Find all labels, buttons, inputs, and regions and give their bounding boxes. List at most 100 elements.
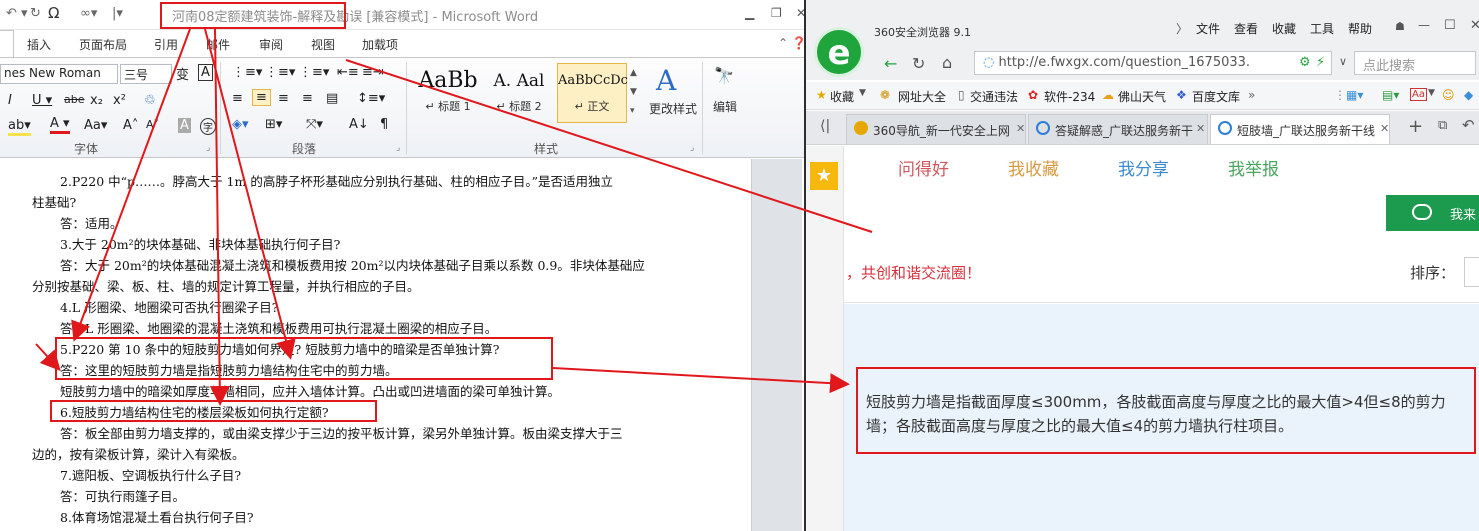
bookmark-favorites[interactable]: 收藏 — [830, 88, 854, 105]
bookmark-baidu-wenku[interactable]: 百度文库 — [1192, 88, 1240, 105]
browser-tab[interactable]: 答疑解惑_广联达服务新干 — [1028, 114, 1208, 144]
secure-icon[interactable]: ⚙ — [1299, 55, 1311, 70]
tab-review[interactable]: 审阅 — [259, 36, 283, 53]
tab-addins[interactable]: 加载项 — [362, 36, 398, 53]
chevron-down-icon[interactable]: ▼ — [1428, 88, 1435, 98]
tab-list-icon[interactable]: ⧉ — [1438, 118, 1447, 133]
more-icon[interactable]: ⋮ — [1334, 88, 1346, 102]
italic-icon[interactable]: I — [8, 93, 12, 108]
menu-view[interactable]: 查看 — [1234, 20, 1258, 37]
back-icon[interactable]: ← — [884, 54, 897, 73]
clear-format-icon[interactable]: ♲ — [144, 93, 156, 108]
bookmark-traffic[interactable]: 交通违法 — [970, 88, 1018, 105]
align-left-icon[interactable]: ≡ — [232, 91, 243, 106]
apps-icon[interactable]: ▦▾ — [1346, 88, 1363, 102]
numbering-icon[interactable]: ⋮≡▾ — [265, 65, 295, 80]
borders-icon[interactable]: ⊞▾ — [265, 117, 282, 132]
skin-icon[interactable]: ☗ — [1395, 20, 1405, 33]
browser-tab[interactable]: 360导航_新一代安全上网 — [846, 114, 1026, 144]
increase-indent-icon[interactable]: ≡⇥ — [362, 65, 384, 80]
change-styles-icon[interactable]: A — [656, 64, 676, 97]
highlight-icon[interactable]: ab▾ — [8, 118, 31, 136]
redo-icon[interactable]: ↻ — [30, 6, 41, 21]
style-heading1[interactable]: AaBb ↵ 标题 1 — [414, 63, 482, 123]
bullets-icon[interactable]: ⋮≡▾ — [232, 65, 262, 80]
site-tab-good-question[interactable]: 问得好 — [898, 155, 949, 180]
bookmark-software[interactable]: 软件-234 — [1044, 88, 1095, 105]
font-size-combo[interactable]: 三号 — [120, 64, 172, 84]
distributed-icon[interactable]: ▤ — [326, 91, 338, 106]
styles-scroll-icon[interactable]: ▲ ▼ ▾ — [630, 64, 637, 121]
superscript-icon[interactable]: x² — [113, 93, 126, 108]
site-tab-my-reports[interactable]: 我举报 — [1228, 155, 1279, 180]
tab-view[interactable]: 视图 — [311, 36, 335, 53]
close-icon[interactable]: ✕ — [1470, 18, 1479, 33]
dialog-launcher-icon[interactable]: ⌟ — [396, 143, 400, 153]
sort-select[interactable] — [1464, 257, 1479, 287]
url-dropdown-icon[interactable]: ∨ — [1339, 55, 1347, 68]
underline-icon[interactable]: U ▾ — [32, 93, 52, 108]
shading-icon[interactable]: ◈▾ — [232, 117, 249, 132]
sort-icon[interactable]: A↓ — [349, 117, 369, 132]
browser-tab-active[interactable]: 短肢墙_广联达服务新干线 — [1210, 114, 1390, 144]
minimize-icon[interactable]: ▁ — [745, 6, 754, 20]
bookmark-url-list[interactable]: 网址大全 — [898, 88, 946, 105]
tab-scroll-left-icon[interactable]: ⟨| — [820, 118, 830, 134]
char-shading-icon[interactable]: A — [178, 118, 191, 133]
dialog-launcher-icon[interactable]: ⌟ — [690, 143, 694, 153]
format-painter-icon[interactable]: ∞▾ — [80, 6, 97, 21]
new-tab-icon[interactable]: + — [1408, 116, 1423, 137]
justify-icon[interactable]: ≡ — [302, 91, 313, 106]
address-bar[interactable]: ◌ http://e.fwxgx.com/question_1675033. — [974, 51, 1332, 75]
change-case-icon[interactable]: Aa▾ — [84, 118, 107, 133]
tab-page-layout[interactable]: 页面布局 — [79, 36, 127, 53]
menu-chevron-icon[interactable]: 〉 — [1176, 20, 1188, 37]
tab-home[interactable] — [0, 30, 14, 57]
speed-mode-icon[interactable]: ⚡ — [1316, 55, 1325, 70]
edit-button[interactable]: 编辑 — [713, 98, 737, 115]
tab-close-icon[interactable]: ✕ — [1016, 122, 1025, 135]
tab-references[interactable]: 引用 — [154, 36, 178, 53]
minimize-icon[interactable]: — — [1418, 18, 1430, 32]
extension-icon[interactable]: ◆ — [1464, 88, 1473, 102]
find-binoculars-icon[interactable]: 🔭 — [714, 66, 734, 85]
decrease-indent-icon[interactable]: ⇤≡ — [337, 65, 359, 80]
symbol-omega-icon[interactable]: Ω — [48, 4, 59, 22]
multilevel-list-icon[interactable]: ⋮≡▾ — [299, 65, 329, 80]
subscript-icon[interactable]: x₂ — [90, 93, 103, 108]
menu-help[interactable]: 帮助 — [1348, 20, 1372, 37]
more-bookmarks-icon[interactable]: » — [1248, 88, 1255, 102]
ask-question-button[interactable]: 我来 — [1386, 195, 1479, 231]
bookmark-weather[interactable]: 佛山天气 — [1118, 88, 1166, 105]
strikethrough-icon[interactable]: abe — [64, 93, 85, 106]
grow-font-icon[interactable]: A˄ — [123, 118, 138, 133]
tab-close-icon[interactable]: ✕ — [1196, 122, 1205, 135]
extension-icon[interactable]: ☺ — [1442, 88, 1455, 102]
maximize-icon[interactable]: ☐ — [1444, 18, 1456, 33]
style-normal[interactable]: AaBbCcDc ↵ 正文 — [557, 63, 628, 123]
shrink-font-icon[interactable]: A˅ — [146, 118, 159, 131]
show-marks-icon[interactable]: ¶ — [380, 117, 388, 132]
site-tab-my-favorites[interactable]: 我收藏 — [1008, 155, 1059, 180]
style-heading2[interactable]: A. Aal ↵ 标题 2 — [486, 63, 552, 123]
tab-close-icon[interactable]: ✕ — [1380, 122, 1389, 135]
undo-close-icon[interactable]: ↶ — [1462, 116, 1475, 134]
site-tab-my-shares[interactable]: 我分享 — [1118, 155, 1169, 180]
font-color-icon[interactable]: A ▾ — [50, 116, 70, 134]
chinese-layout-icon[interactable]: ⤧▾ — [306, 117, 323, 132]
menu-file[interactable]: 文件 — [1196, 20, 1220, 37]
dialog-launcher-icon[interactable]: ⌟ — [206, 143, 210, 153]
refresh-icon[interactable]: ↻ — [912, 54, 925, 73]
ribbon-collapse-icon[interactable]: ⌃ ❓ — [778, 36, 807, 50]
pinyin-icon[interactable]: 变 — [176, 64, 189, 83]
menu-favorites[interactable]: 收藏 — [1272, 20, 1296, 37]
char-border-icon[interactable]: A — [198, 64, 213, 81]
menu-tools[interactable]: 工具 — [1310, 20, 1334, 37]
undo-icon[interactable]: ↶ ▾ — [6, 6, 28, 21]
search-input[interactable]: 点此搜索 — [1354, 51, 1476, 75]
change-styles-button[interactable]: 更改样式 — [649, 100, 697, 117]
customize-qat-icon[interactable]: |▾ — [112, 6, 123, 21]
reader-icon[interactable]: ▤▾ — [1382, 88, 1399, 102]
align-center-icon[interactable]: ≡ — [252, 89, 271, 106]
tab-mailings[interactable]: 邮件 — [206, 36, 230, 53]
